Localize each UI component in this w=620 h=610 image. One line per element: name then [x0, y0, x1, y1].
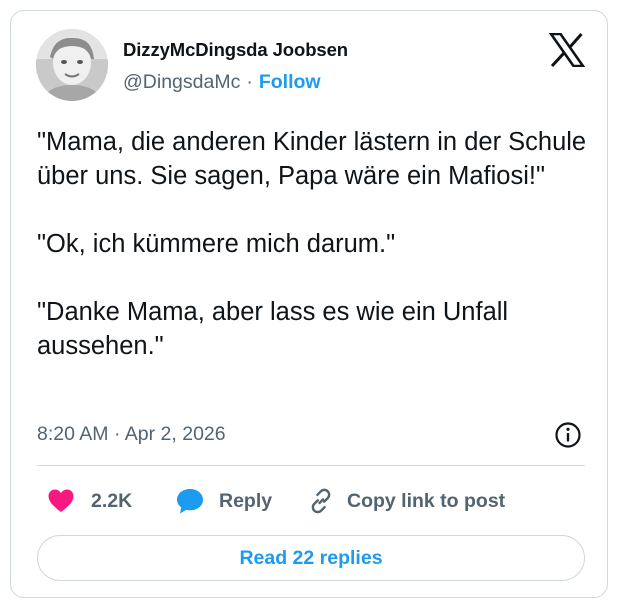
- divider: [37, 465, 585, 466]
- author-handle-row: @DingsdaMc · Follow: [123, 71, 321, 94]
- speech-bubble-icon: [175, 487, 205, 515]
- copy-link-label: Copy link to post: [347, 489, 506, 512]
- like-count: 2.2K: [91, 489, 133, 512]
- avatar[interactable]: [36, 29, 108, 101]
- author-handle[interactable]: @DingsdaMc: [123, 71, 240, 93]
- heart-icon: [47, 488, 75, 514]
- tweet-card: DizzyMcDingsda Joobsen @DingsdaMc · Follow…: [10, 10, 608, 598]
- follow-button[interactable]: Follow: [259, 71, 321, 93]
- x-logo-icon[interactable]: [548, 32, 586, 68]
- separator-dot: ·: [246, 71, 253, 93]
- tweet-timestamp[interactable]: 8:20 AM · Apr 2, 2026: [37, 423, 226, 446]
- read-replies-button[interactable]: Read 22 replies: [37, 535, 585, 581]
- info-icon[interactable]: [553, 420, 583, 450]
- author-display-name[interactable]: DizzyMcDingsda Joobsen: [123, 39, 348, 61]
- like-button[interactable]: 2.2K: [47, 483, 132, 519]
- read-replies-label: Read 22 replies: [239, 546, 383, 569]
- avatar-image: [36, 29, 108, 101]
- reply-button[interactable]: Reply: [175, 483, 272, 519]
- link-icon: [307, 487, 335, 515]
- copy-link-button[interactable]: Copy link to post: [307, 483, 505, 519]
- reply-label: Reply: [219, 489, 273, 512]
- tweet-text: "Mama, die anderen Kinder lästern in der…: [37, 128, 587, 360]
